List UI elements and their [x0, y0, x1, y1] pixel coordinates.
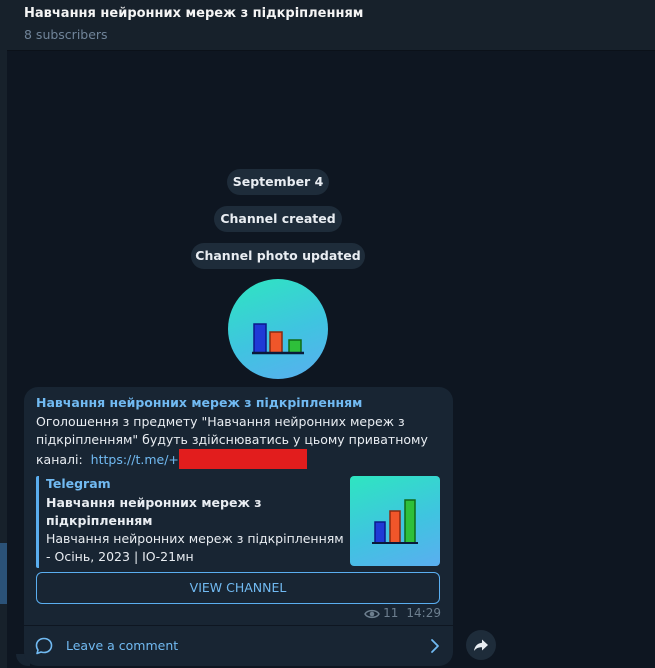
- chat-header[interactable]: Навчання нейронних мереж з підкріпленням…: [7, 0, 655, 51]
- eye-icon: [364, 609, 380, 619]
- post-time: 14:29: [406, 606, 441, 620]
- leave-comment-label: Leave a comment: [66, 638, 179, 653]
- redaction-box: [178, 449, 307, 469]
- preview-site-name: Telegram: [46, 476, 111, 491]
- service-message-channel-created: Channel created: [214, 206, 342, 232]
- invite-link[interactable]: https://t.me/+: [91, 452, 179, 467]
- view-count: 11: [383, 606, 399, 620]
- leave-comment-button[interactable]: Leave a comment: [24, 626, 453, 666]
- post-author[interactable]: Навчання нейронних мереж з підкріпленням: [36, 395, 362, 410]
- forward-arrow-icon: [474, 639, 488, 651]
- forward-button[interactable]: [466, 630, 496, 660]
- preview-description: Навчання нейронних мереж з підкріпленням…: [46, 531, 344, 564]
- link-preview[interactable]: Telegram Навчання нейронних мереж з підк…: [36, 476, 444, 568]
- view-channel-button[interactable]: VIEW CHANNEL: [36, 572, 440, 604]
- selected-chat-indicator[interactable]: [0, 543, 7, 604]
- post-meta: 11 14:29: [364, 606, 441, 620]
- bar-chart-icon: [372, 499, 418, 544]
- subscriber-count: 8 subscribers: [24, 27, 108, 42]
- post-text: Оголошення з предмету "Навчання нейронни…: [36, 413, 436, 469]
- chevron-right-icon: [431, 639, 439, 653]
- channel-title[interactable]: Навчання нейронних мереж з підкріпленням: [24, 6, 363, 21]
- channel-post[interactable]: Навчання нейронних мереж з підкріпленням…: [24, 387, 453, 666]
- date-chip: September 4: [227, 169, 329, 195]
- service-message-photo-updated: Channel photo updated: [191, 243, 365, 269]
- comment-bubble-icon: [35, 637, 53, 655]
- preview-thumbnail[interactable]: [350, 476, 440, 566]
- preview-title: Навчання нейронних мереж з підкріпленням: [46, 495, 262, 528]
- telegram-channel-window: Навчання нейронних мереж з підкріпленням…: [0, 0, 655, 668]
- bar-chart-icon: [252, 323, 304, 355]
- channel-photo[interactable]: [228, 279, 328, 379]
